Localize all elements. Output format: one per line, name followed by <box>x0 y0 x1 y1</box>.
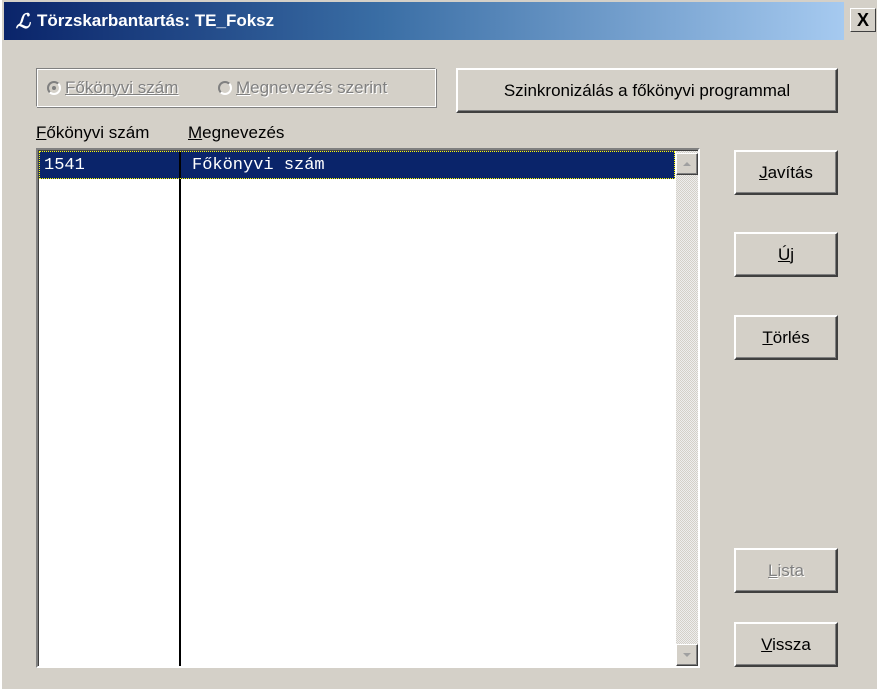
back-button[interactable]: Vissza <box>734 622 838 667</box>
sync-button[interactable]: Szinkronizálás a főkönyvi programmal <box>456 68 838 113</box>
scroll-up-button[interactable] <box>676 153 698 175</box>
window-title: Törzskarbantartás: TE_Foksz <box>37 11 275 30</box>
account-list[interactable]: 1541 Főkönyvi szám <box>36 148 700 668</box>
column-divider <box>179 151 181 666</box>
new-button[interactable]: Új <box>734 232 838 277</box>
delete-button[interactable]: Törlés <box>734 315 838 360</box>
radio-unchecked-icon <box>218 81 232 95</box>
title-bar[interactable]: ℒ Törzskarbantartás: TE_Foksz X <box>4 2 877 40</box>
edit-button[interactable]: Javítás <box>734 150 838 195</box>
dialog-window: ℒ Törzskarbantartás: TE_Foksz X Főkönyvi… <box>0 0 877 689</box>
list-button[interactable]: Lista <box>734 548 838 593</box>
account-list-body: 1541 Főkönyvi szám <box>38 150 698 666</box>
radio-label-number: Főkönyvi szám <box>65 78 179 97</box>
radio-checked-icon <box>47 81 61 95</box>
column-header-name: Megnevezés <box>188 123 285 142</box>
arrow-down-icon <box>683 653 691 657</box>
sort-radio-group: Főkönyvi szám Megnevezés szerint <box>36 68 436 107</box>
list-button-label: Lista <box>768 560 804 580</box>
new-button-label: Új <box>777 244 795 264</box>
close-icon: X <box>856 9 869 30</box>
row-number-cell: 1541 <box>44 156 85 175</box>
radio-label-name: Megnevezés szerint <box>236 78 388 97</box>
radio-sort-by-name[interactable]: Megnevezés szerint <box>218 78 387 98</box>
radio-sort-by-number[interactable]: Főkönyvi szám <box>47 78 178 98</box>
arrow-up-icon <box>683 162 691 166</box>
row-column-divider <box>179 152 181 178</box>
column-header-number: Főkönyvi szám <box>36 123 150 142</box>
app-logo-icon: ℒ <box>15 9 31 33</box>
scroll-down-button[interactable] <box>676 644 698 666</box>
vertical-scrollbar[interactable] <box>676 151 698 666</box>
delete-button-label: Törlés <box>762 327 810 347</box>
table-row[interactable]: 1541 Főkönyvi szám <box>39 151 675 179</box>
row-name-cell: Főkönyvi szám <box>192 156 325 175</box>
close-button[interactable]: X <box>850 8 876 32</box>
edit-button-label: Javítás <box>759 162 813 182</box>
sync-button-label: Szinkronizálás a főkönyvi programmal <box>503 80 791 100</box>
back-button-label: Vissza <box>761 634 811 654</box>
